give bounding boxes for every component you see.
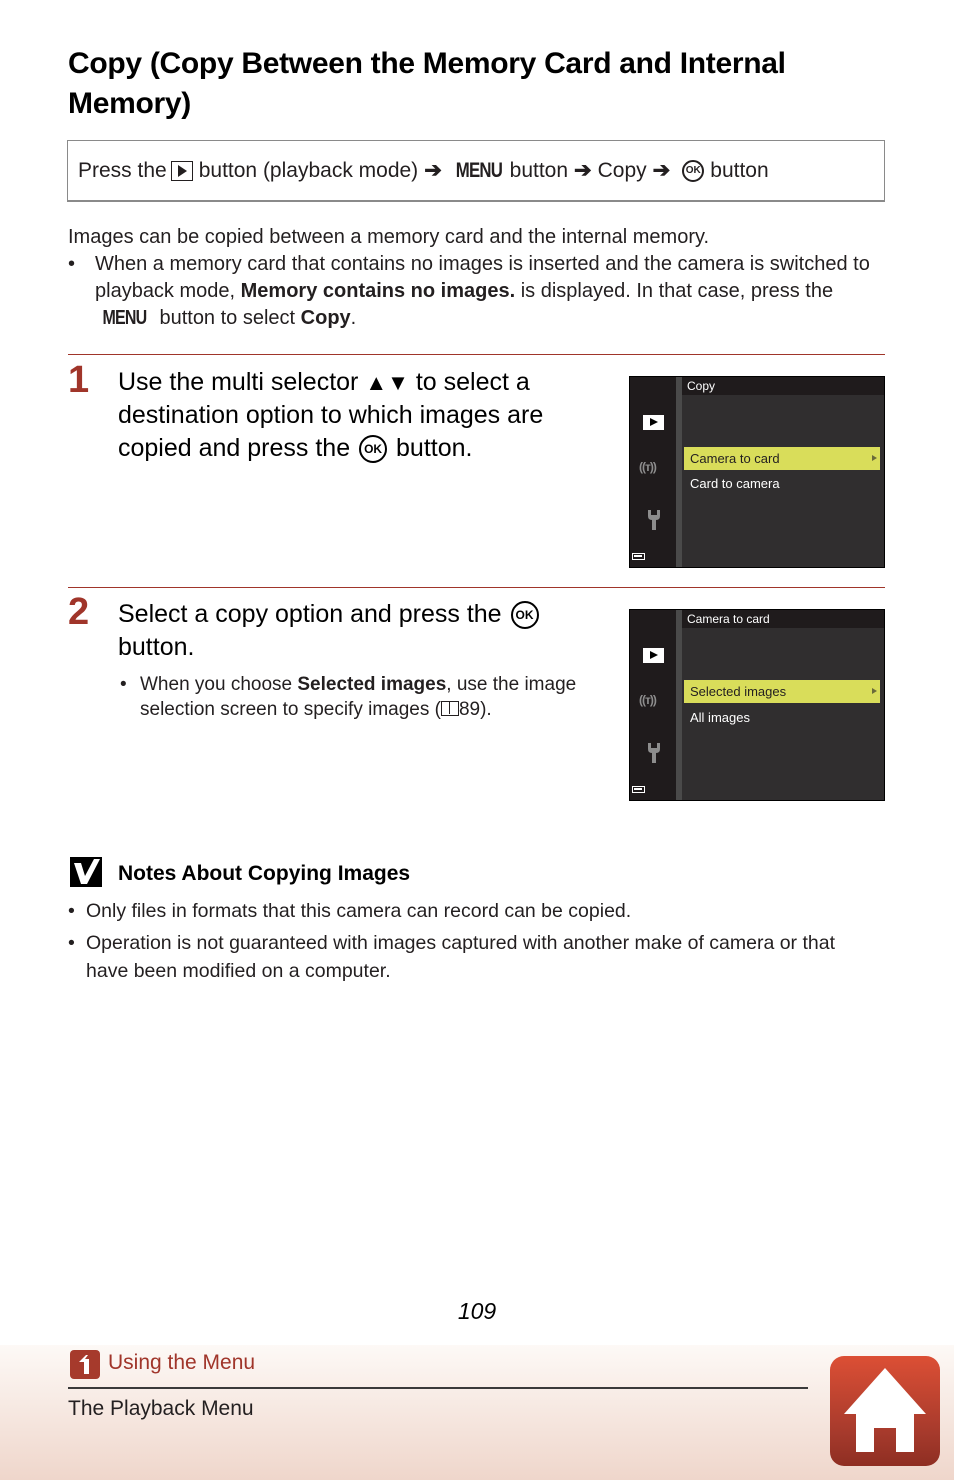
setup-wrench-icon[interactable]	[646, 509, 662, 531]
page-title: Copy (Copy Between the Memory Card and I…	[68, 47, 786, 120]
ok-button-icon: OK	[359, 435, 388, 464]
copy-option-name: Copy	[300, 307, 351, 329]
camera-screen-copy: ((ᴛ)) Copy Camera to card Card to camera	[629, 376, 885, 568]
menu-item-label: All images	[690, 710, 750, 725]
caret-right-icon	[872, 688, 877, 694]
battery-icon	[632, 553, 645, 560]
ok-button-icon: OK	[510, 601, 539, 630]
menu-button-icon: MENU	[102, 307, 147, 329]
page-reference-link[interactable]: 89	[459, 699, 480, 720]
menu-item-label: Camera to card	[690, 451, 780, 466]
intro-paragraph: Images can be copied between a memory ca…	[68, 226, 710, 248]
menu-button-icon: MENU	[455, 158, 503, 182]
notes-list: • Only files in formats that this camera…	[68, 897, 878, 989]
page-number: 109	[457, 1298, 497, 1324]
step-instruction: Select a copy option and press the OK bu…	[118, 598, 608, 664]
intro-bullet: • When a memory card that contains no im…	[68, 251, 878, 332]
ok-button-icon: OK	[682, 159, 705, 182]
arrow-right-icon: ➔	[574, 159, 592, 182]
playback-tab-icon[interactable]	[643, 415, 664, 430]
camera-menu-panel: Copy Camera to card Card to camera	[682, 377, 884, 567]
step-divider	[68, 587, 885, 588]
menu-item-selected-images[interactable]: Selected images	[684, 680, 880, 703]
playback-button-icon	[170, 160, 193, 181]
menu-item-label: Card to camera	[690, 476, 780, 491]
sub-bullet-text: When you choose	[140, 674, 293, 695]
battery-icon	[632, 786, 645, 793]
camera-menu-sidebar: ((ᴛ))	[630, 610, 676, 800]
back-arrow-icon[interactable]	[70, 1350, 100, 1379]
step-divider	[68, 354, 885, 355]
bullet-dot: •	[120, 674, 127, 695]
camera-menu-header: Camera to card	[682, 610, 884, 628]
path-copy: Copy	[597, 158, 647, 182]
intro-bullet-text: button to select	[159, 307, 296, 329]
caret-right-icon	[872, 455, 877, 461]
sub-bullet-text: ).	[480, 699, 492, 720]
arrow-right-icon: ➔	[652, 159, 671, 182]
intro-bullet-text: is displayed. In that case, press the	[520, 280, 834, 302]
path-press-the: Press the	[78, 158, 167, 182]
step-number: 1	[68, 359, 90, 401]
playback-tab-icon[interactable]	[643, 648, 664, 663]
menu-item-all-images[interactable]: All images	[684, 706, 880, 729]
notes-item-text: Operation is not guaranteed with images …	[86, 932, 835, 982]
arrow-right-icon: ➔	[424, 159, 442, 182]
up-down-arrows-icon: ▲▼	[365, 370, 409, 395]
notes-item-text: Only files in formats that this camera c…	[86, 900, 632, 922]
setup-wrench-icon[interactable]	[646, 742, 662, 764]
bullet-dot: •	[68, 900, 75, 922]
step-text: button.	[396, 434, 473, 462]
menu-path-box: Press the button (playback mode) ➔ MENU …	[67, 140, 885, 202]
notes-item: • Only files in formats that this camera…	[68, 897, 878, 925]
step-text: button.	[118, 633, 195, 661]
footer-divider	[68, 1387, 808, 1389]
notes-item: • Operation is not guaranteed with image…	[68, 929, 878, 985]
home-icon	[844, 1368, 926, 1452]
path-playback-suffix: button (playback mode)	[198, 158, 419, 182]
step-instruction: Use the multi selector ▲▼ to select a de…	[118, 366, 608, 465]
message-no-images: Memory contains no images.	[240, 280, 516, 302]
selected-images-option: Selected images	[297, 674, 447, 695]
intro-bullet-text: .	[350, 307, 357, 329]
bullet-dot: •	[68, 932, 75, 954]
back-link-using-the-menu[interactable]: Using the Menu	[108, 1351, 255, 1375]
step-text: Use the multi selector	[118, 368, 359, 396]
notes-title: Notes About Copying Images	[118, 862, 411, 885]
camera-screen-camera-to-card: ((ᴛ)) Camera to card Selected images All…	[629, 609, 885, 801]
wifi-tab-icon[interactable]: ((ᴛ))	[639, 693, 657, 707]
path-ok-suffix: button	[710, 158, 769, 182]
bullet-dot: •	[68, 253, 76, 275]
section-name: The Playback Menu	[68, 1397, 254, 1420]
menu-item-label: Selected images	[690, 684, 787, 699]
menu-item-camera-to-card[interactable]: Camera to card	[684, 447, 880, 470]
intro-section: Images can be copied between a memory ca…	[68, 224, 878, 332]
notes-check-icon	[70, 857, 102, 887]
home-button[interactable]	[830, 1356, 940, 1466]
step-number: 2	[68, 591, 90, 633]
step-text: Select a copy option and press the	[118, 600, 502, 628]
menu-item-card-to-camera[interactable]: Card to camera	[684, 472, 880, 495]
wifi-tab-icon[interactable]: ((ᴛ))	[639, 460, 657, 474]
camera-menu-panel: Camera to card Selected images All image…	[682, 610, 884, 800]
step-sub-bullet: • When you choose Selected images, use t…	[118, 672, 608, 722]
camera-menu-sidebar: ((ᴛ))	[630, 377, 676, 567]
path-menu-suffix: button	[509, 158, 569, 182]
page-reference-book-icon	[440, 701, 459, 716]
camera-menu-header: Copy	[682, 377, 884, 395]
